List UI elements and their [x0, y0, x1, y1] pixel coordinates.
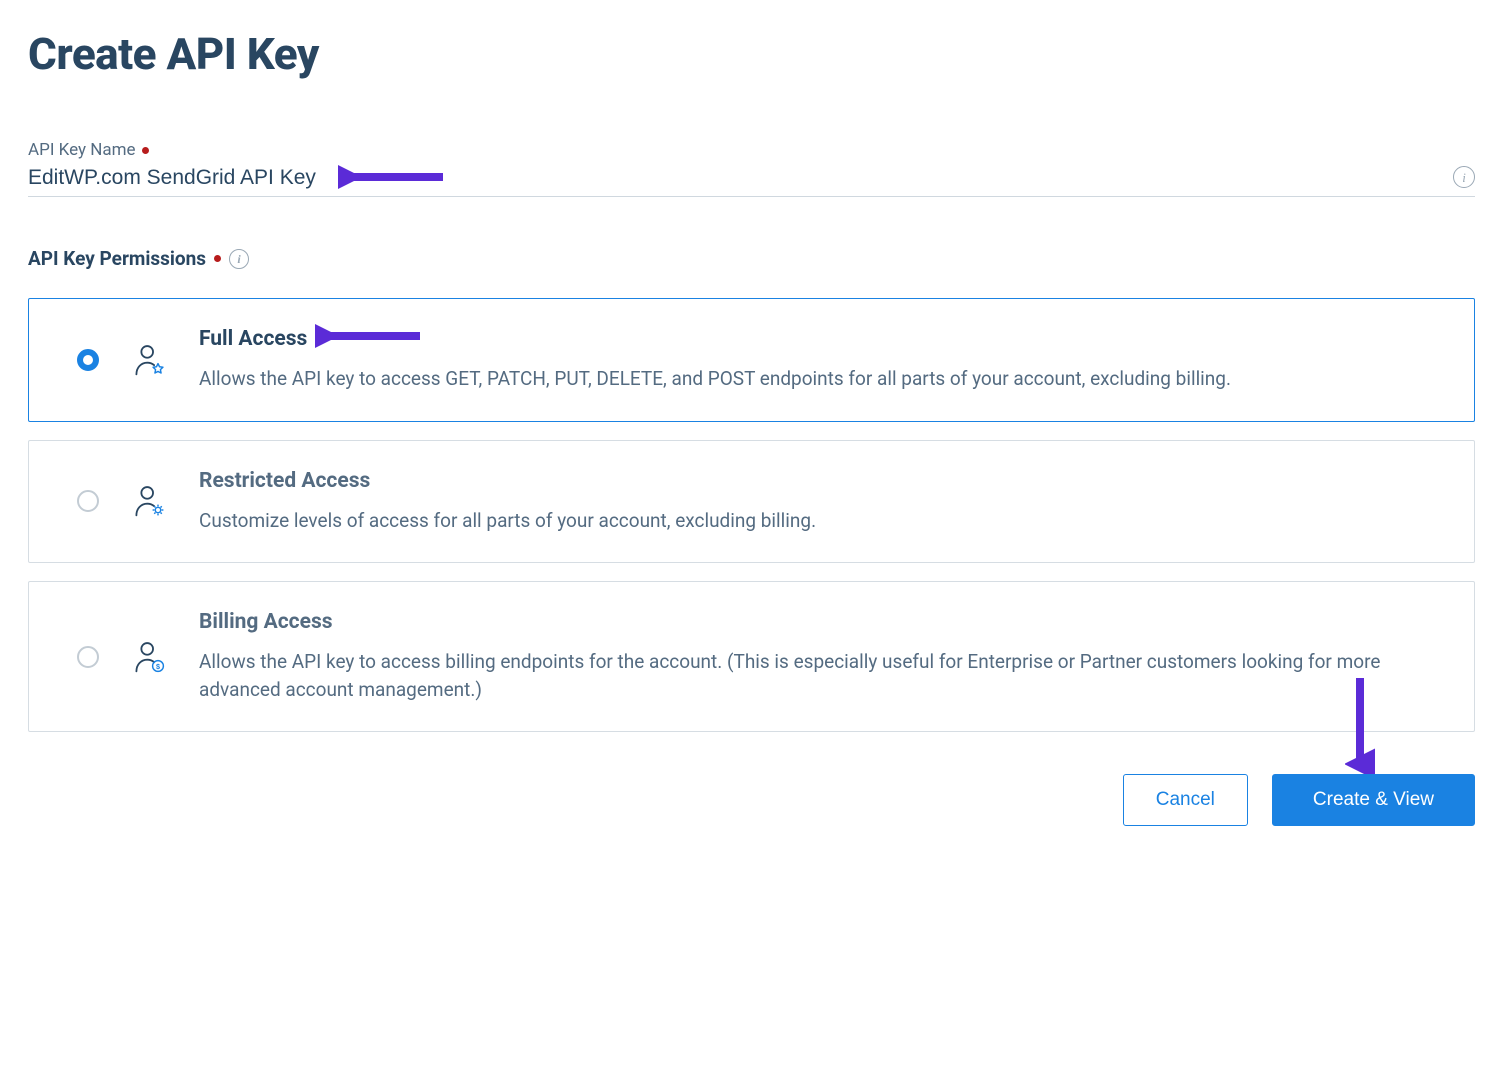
- option-description: Allows the API key to access billing end…: [199, 648, 1444, 703]
- option-text: Billing Access Allows the API key to acc…: [199, 610, 1444, 703]
- radio-full-access[interactable]: [77, 349, 99, 371]
- option-title: Full Access: [199, 327, 1444, 351]
- api-key-name-label-text: API Key Name: [28, 140, 136, 160]
- permission-options: Full Access Allows the API key to access…: [28, 298, 1475, 732]
- svg-text:$: $: [156, 662, 160, 671]
- permission-option-full-access[interactable]: Full Access Allows the API key to access…: [28, 298, 1475, 422]
- info-icon[interactable]: i: [1453, 166, 1475, 188]
- api-key-name-label: API Key Name: [28, 140, 1475, 160]
- option-text: Restricted Access Customize levels of ac…: [199, 469, 1444, 535]
- option-title: Restricted Access: [199, 469, 1444, 493]
- required-indicator-icon: [142, 147, 149, 154]
- permission-option-billing-access[interactable]: $ Billing Access Allows the API key to a…: [28, 581, 1475, 732]
- api-key-name-input[interactable]: [28, 166, 1475, 190]
- required-indicator-icon: [214, 255, 221, 262]
- api-key-name-field-wrap: i: [28, 166, 1475, 197]
- option-text: Full Access Allows the API key to access…: [199, 327, 1444, 393]
- permissions-label-text: API Key Permissions: [28, 247, 206, 270]
- page-title: Create API Key: [28, 28, 1475, 80]
- permission-option-restricted-access[interactable]: Restricted Access Customize levels of ac…: [28, 440, 1475, 564]
- radio-billing-access[interactable]: [77, 646, 99, 668]
- option-description: Allows the API key to access GET, PATCH,…: [199, 365, 1444, 393]
- cancel-button[interactable]: Cancel: [1123, 774, 1248, 826]
- option-title: Billing Access: [199, 610, 1444, 634]
- user-gear-icon: [131, 483, 167, 519]
- form-actions: Cancel Create & View: [28, 774, 1475, 826]
- permissions-section-label: API Key Permissions i: [28, 247, 1475, 270]
- user-star-icon: [131, 342, 167, 378]
- user-dollar-icon: $: [131, 639, 167, 675]
- radio-restricted-access[interactable]: [77, 490, 99, 512]
- create-view-button[interactable]: Create & View: [1272, 774, 1475, 826]
- info-icon[interactable]: i: [229, 249, 249, 269]
- option-description: Customize levels of access for all parts…: [199, 507, 1444, 535]
